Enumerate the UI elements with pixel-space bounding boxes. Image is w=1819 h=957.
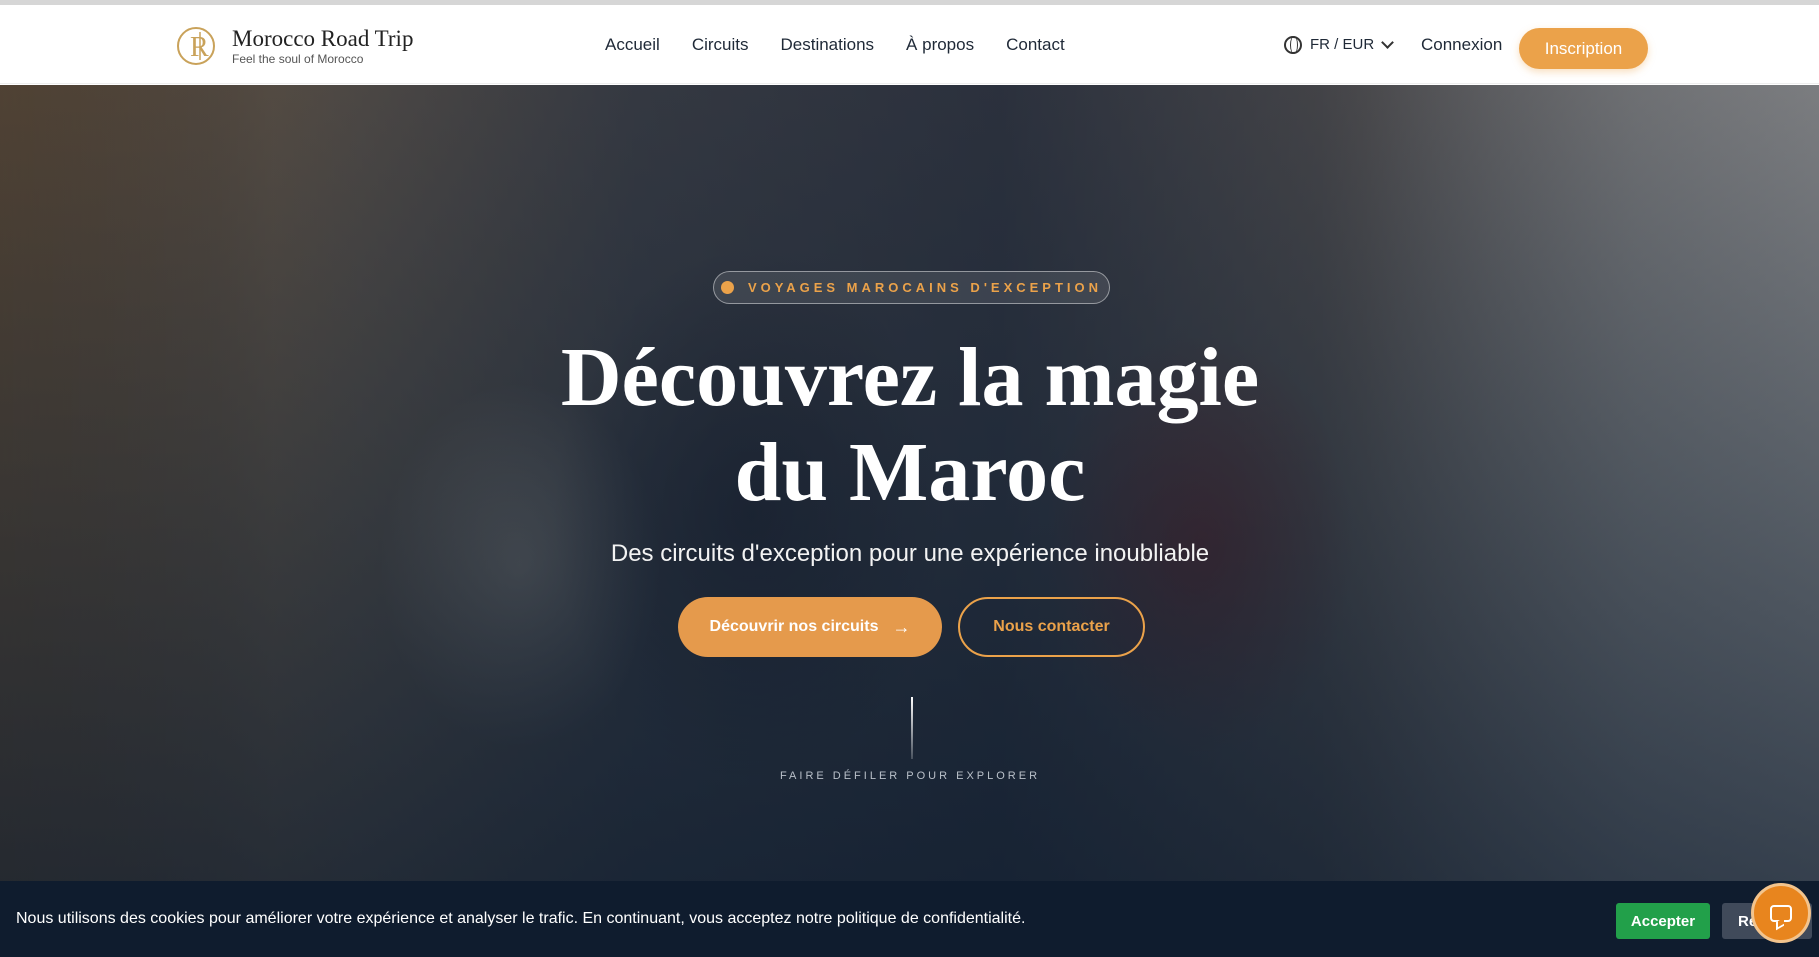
hero-title-line1: Découvrez la magie — [560, 331, 1260, 424]
nav-accueil[interactable]: Accueil — [605, 35, 660, 55]
logo[interactable]: R Morocco Road Trip Feel the soul of Mor… — [176, 24, 413, 68]
accept-cookies-button[interactable]: Accepter — [1616, 903, 1710, 939]
chevron-down-icon — [1381, 35, 1395, 49]
main-nav: Accueil Circuits Destinations À propos C… — [605, 5, 1065, 84]
hero-title-line2: du Maroc — [734, 426, 1086, 519]
logo-icon: R — [176, 24, 222, 68]
cookie-banner: Nous utilisons des cookies pour améliore… — [0, 881, 1819, 957]
hero-subtitle: Des circuits d'exception pour une expéri… — [610, 540, 1210, 567]
discover-circuits-button[interactable]: Découvrir nos circuits → — [678, 597, 942, 657]
hero-badge: VOYAGES MAROCAINS D'EXCEPTION — [713, 271, 1110, 304]
nav-a-propos[interactable]: À propos — [906, 35, 974, 55]
nav-contact[interactable]: Contact — [1006, 35, 1065, 55]
cookie-message: Nous utilisons des cookies pour améliore… — [16, 910, 1026, 927]
signup-button[interactable]: Inscription — [1519, 28, 1648, 69]
login-link[interactable]: Connexion — [1421, 5, 1502, 84]
language-selector[interactable]: FR / EUR — [1284, 5, 1395, 84]
hero-title: Découvrez la magie du Maroc — [460, 330, 1360, 520]
language-label: FR / EUR — [1310, 36, 1375, 53]
discover-circuits-label: Découvrir nos circuits — [709, 618, 879, 635]
hero-section: VOYAGES MAROCAINS D'EXCEPTION Découvrez … — [0, 85, 1819, 881]
brand-name: Morocco Road Trip — [232, 26, 414, 51]
arrow-right-icon: → — [892, 616, 911, 637]
scroll-hint: FAIRE DÉFILER POUR EXPLORER — [779, 770, 1041, 782]
globe-icon — [1284, 35, 1302, 54]
site-header: R Morocco Road Trip Feel the soul of Mor… — [0, 5, 1819, 84]
contact-us-button[interactable]: Nous contacter — [958, 597, 1145, 657]
brand-tagline: Feel the soul of Morocco — [232, 52, 364, 66]
chat-icon — [1770, 904, 1792, 922]
scroll-indicator — [911, 697, 913, 759]
compass-icon — [720, 281, 734, 294]
chat-button[interactable] — [1751, 883, 1811, 943]
nav-destinations[interactable]: Destinations — [780, 35, 874, 55]
nav-circuits[interactable]: Circuits — [692, 35, 749, 55]
hero-badge-text: VOYAGES MAROCAINS D'EXCEPTION — [747, 280, 1103, 295]
